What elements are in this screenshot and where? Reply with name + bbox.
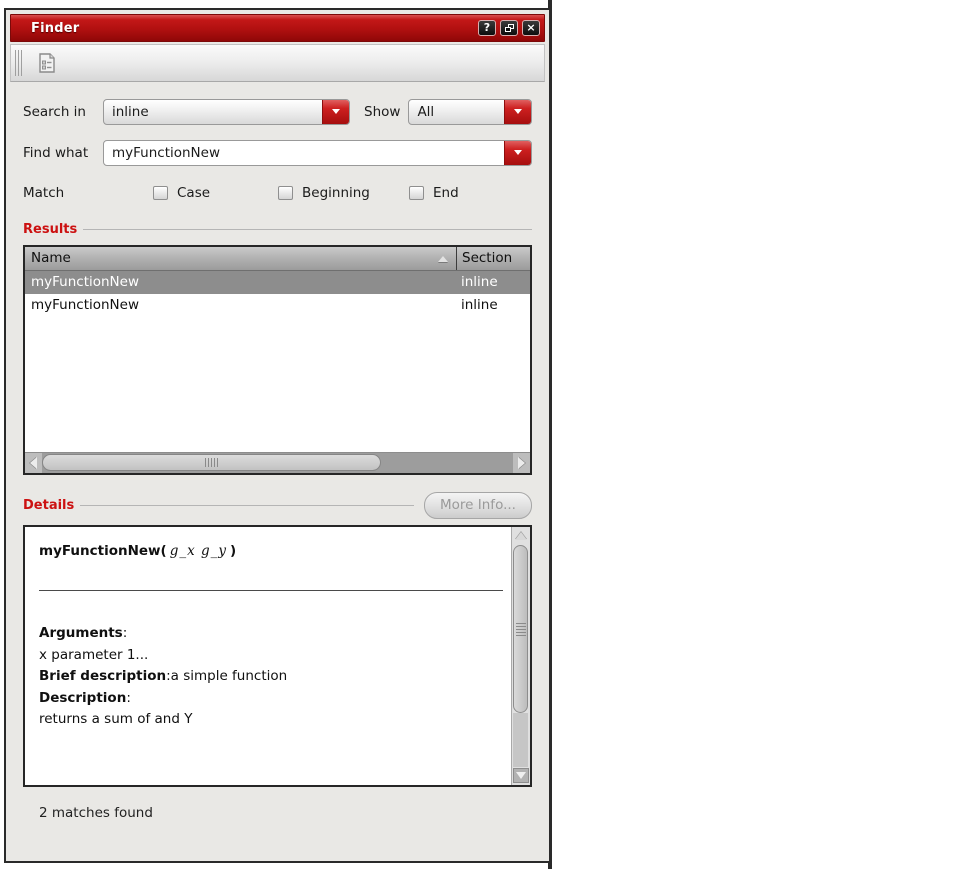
scroll-left-button[interactable] [25,453,42,473]
vertical-scroll-track[interactable] [513,713,528,767]
horizontal-scrollbar[interactable] [25,452,530,473]
signature-divider [39,590,503,591]
table-row[interactable]: myFunctionNew inline [25,271,530,294]
column-header-name[interactable]: Name [25,247,456,270]
match-case-checkbox[interactable] [153,186,168,200]
vertical-scroll-thumb[interactable] [513,545,528,713]
grip-icon [205,458,219,467]
content-area: Search in inline Show All Find what myFu… [9,98,546,821]
show-label: Show [364,103,401,120]
search-in-value: inline [112,103,149,120]
arrow-left-icon [30,457,37,469]
show-dropdown-button[interactable] [504,99,531,124]
show-combobox[interactable]: All [408,98,532,125]
results-table-header: Name Section [25,247,530,271]
find-what-label: Find what [23,144,89,161]
toolbar-drag-handle[interactable] [15,50,24,76]
horizontal-scroll-thumb[interactable] [42,454,382,471]
show-value: All [417,103,435,120]
match-end-label: End [433,185,459,201]
column-header-section[interactable]: Section [456,247,530,270]
help-button[interactable]: ? [478,20,496,36]
match-beginning-label: Beginning [302,185,370,201]
match-case-label: Case [177,185,211,201]
function-signature: myFunctionNew(g_x g_y) [39,543,237,559]
results-label: Results [23,222,78,237]
toolbar [10,44,545,82]
horizontal-scroll-track[interactable] [42,453,513,473]
details-group-header: Details More Info... [23,491,532,519]
detail-line: Arguments: [39,625,128,641]
search-in-dropdown-button[interactable] [322,99,349,124]
scroll-up-button[interactable] [513,529,529,543]
find-what-combobox[interactable]: myFunctionNew [103,139,532,166]
arrow-right-icon [518,457,525,469]
document-icon [39,53,55,73]
match-end-group: End [409,185,459,201]
find-what-value: myFunctionNew [112,144,221,161]
restore-button[interactable] [500,20,518,36]
chevron-down-icon [514,109,522,114]
screen: Finder ? × Search in inline Show All Fin… [0,0,963,869]
results-group-header: Results [23,222,532,237]
more-info-button[interactable]: More Info... [424,491,532,519]
match-beginning-checkbox[interactable] [278,186,293,200]
search-row: Search in inline Show All [23,98,532,125]
chevron-down-icon [332,109,340,114]
detail-line: returns a sum of and Y [39,711,193,727]
scroll-right-button[interactable] [513,453,530,473]
find-what-row: Find what myFunctionNew [23,139,532,166]
sort-ascending-icon [438,256,448,262]
detail-line: Brief description:a simple function [39,668,288,684]
status-text: 2 matches found [39,805,153,821]
description-lines: Arguments: x parameter 1... Brief descri… [39,623,503,731]
match-end-checkbox[interactable] [409,186,424,200]
finder-window: Finder ? × Search in inline Show All Fin… [4,8,551,863]
search-in-label: Search in [23,103,86,120]
titlebar[interactable]: Finder ? × [10,14,545,42]
close-button[interactable]: × [522,20,540,36]
match-row: Match Case Beginning End [23,184,532,202]
results-table: Name Section myFunctionNew inline myFunc… [23,245,532,475]
details-label: Details [23,497,75,513]
find-what-dropdown-button[interactable] [504,140,531,165]
restore-icon [504,24,514,32]
table-row[interactable]: myFunctionNew inline [25,294,530,317]
detail-line: x parameter 1... [39,646,149,663]
arrow-up-icon [515,532,527,540]
window-title: Finder [31,20,80,36]
results-divider [83,229,532,230]
match-beginning-group: Beginning [278,185,409,201]
details-divider [80,504,414,506]
search-in-combobox[interactable]: inline [103,98,350,125]
grip-icon [515,622,526,636]
properties-button[interactable] [34,50,60,76]
detail-line: Description: [39,689,131,706]
status-bar: 2 matches found [23,805,532,821]
match-label: Match [23,185,65,201]
arrow-down-icon [516,772,526,779]
vertical-scrollbar[interactable] [511,527,530,785]
details-panel: myFunctionNew(g_x g_y) Arguments: x para… [23,525,532,787]
chevron-down-icon [514,150,522,155]
scroll-down-button[interactable] [513,768,529,783]
details-content: myFunctionNew(g_x g_y) Arguments: x para… [25,527,511,785]
close-icon: × [526,21,536,34]
match-case-group: Case [153,185,278,201]
help-icon: ? [483,21,491,34]
